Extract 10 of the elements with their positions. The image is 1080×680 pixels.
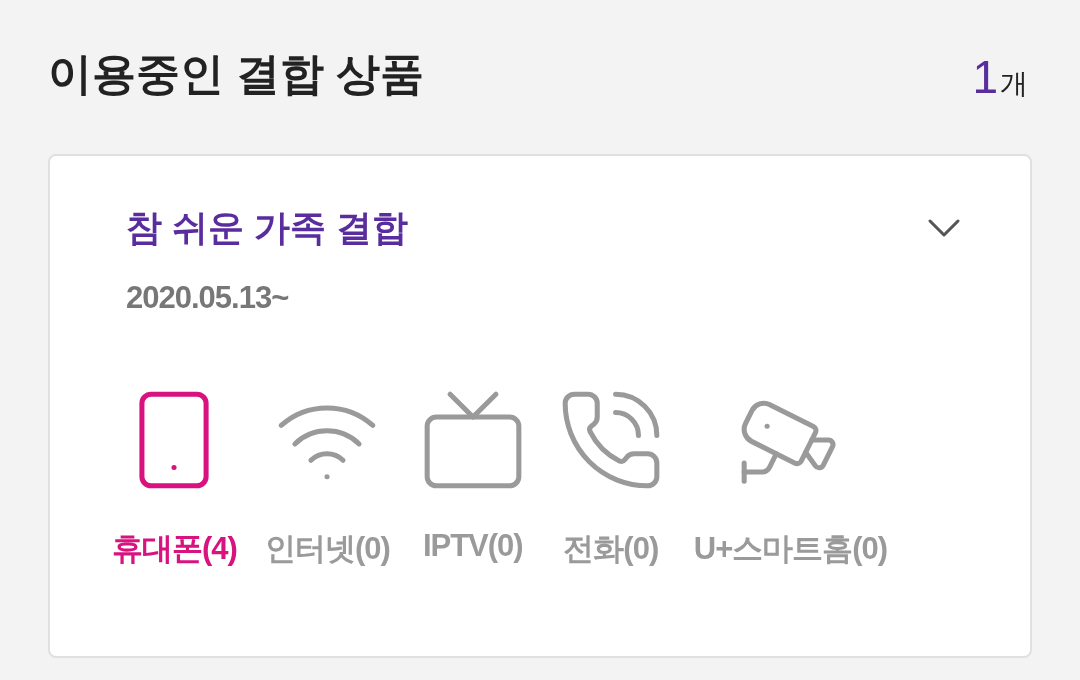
service-tab[interactable]: 인터넷(0) — [264, 382, 390, 570]
section-title: 이용중인 결합 상품 — [48, 48, 425, 100]
service-tab[interactable]: 전화(0) — [555, 382, 666, 570]
count-unit: 개 — [1000, 67, 1028, 101]
product-count: 1 — [972, 50, 998, 104]
service-tab[interactable]: U+스마트홈(0) — [693, 382, 888, 570]
service-tab[interactable]: 휴대폰(4) — [112, 382, 237, 570]
service-tab[interactable]: IPTV(0) — [417, 382, 528, 570]
product-title: 참 쉬운 가족 결합 — [126, 205, 408, 250]
start-date: 2020.05.13~ — [126, 280, 290, 316]
